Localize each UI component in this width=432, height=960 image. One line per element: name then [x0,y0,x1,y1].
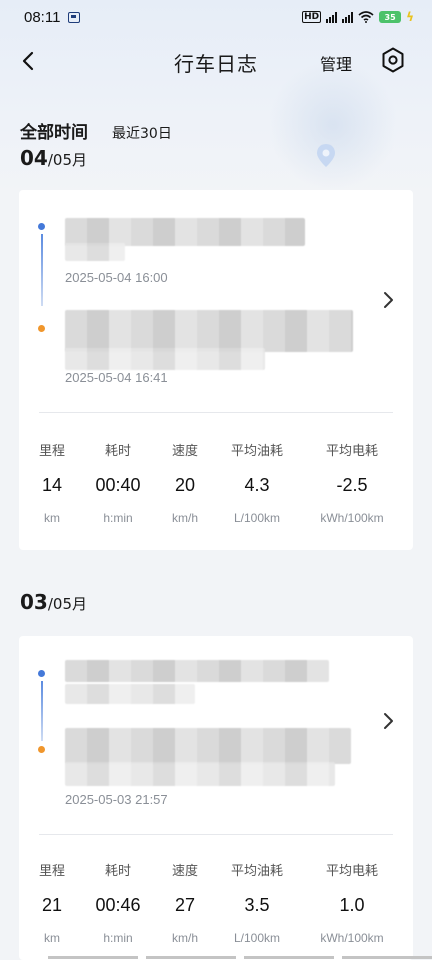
stat-unit: L/100km [233,511,281,525]
date-day: 03 [20,590,48,614]
charging-icon: ϟ [406,10,414,24]
start-address-redacted [65,218,305,246]
stat-value: 27 [174,895,196,915]
scroll-indicator [48,956,432,959]
wifi-icon [358,11,374,23]
stat-value: -2.5 [336,475,368,495]
stat-label: 耗时 [104,864,131,879]
stat-label: 平均油耗 [230,864,283,879]
date-month: /05月 [47,595,87,613]
stat-duration: 耗时 00:40 h:min [83,440,153,525]
stat-label: 平均电耗 [325,864,378,879]
trip-card[interactable]: 2025-05-04 16:00 2025-05-04 16:41 里程 14 … [19,190,413,550]
stat-unit: km [44,511,60,525]
end-time: 2025-05-04 16:41 [65,370,168,385]
stat-fuel: 平均油耗 4.3 L/100km [217,440,297,525]
route-line [41,681,43,741]
chevron-right-icon[interactable] [381,290,395,310]
notification-icon [68,11,81,23]
status-bar: 08:11 HD 35 ϟ [0,0,432,34]
signal-1-icon [326,11,338,23]
card-divider [39,834,393,835]
stat-label: 速度 [171,444,198,459]
trip-card[interactable]: 2025-05-03 21:57 里程 21 km 耗时 00:46 h:min… [19,636,413,960]
start-address-redacted-2 [65,243,125,261]
stat-value: 1.0 [339,895,365,915]
start-time: 2025-05-04 16:00 [65,270,168,285]
end-address-redacted-2 [65,348,265,370]
start-address-redacted [65,660,329,682]
status-time: 08:11 [24,8,61,26]
stat-label: 里程 [38,444,65,459]
stat-unit: km/h [171,931,198,945]
stat-value: 20 [174,475,196,495]
stat-distance: 里程 21 km [27,860,77,945]
stat-distance: 里程 14 km [27,440,77,525]
start-point-icon [38,670,45,677]
battery-icon: 35 [379,11,402,23]
stat-unit: kWh/100km [320,511,384,525]
stat-value: 00:40 [95,475,141,495]
stat-unit: h:min [103,931,133,945]
stat-label: 速度 [171,864,198,879]
stat-value: 14 [41,475,63,495]
card-divider [39,412,393,413]
signal-2-icon [342,11,354,23]
end-address-redacted-2 [65,762,335,786]
stat-electricity: 平均电耗 1.0 kWh/100km [305,860,399,945]
page-title: 行车日志 [174,52,258,76]
stat-duration: 耗时 00:46 h:min [83,860,153,945]
chevron-right-icon[interactable] [381,711,395,731]
stat-unit: km/h [171,511,198,525]
app-header: 行车日志 管理 [0,40,432,82]
stat-label: 耗时 [104,444,131,459]
settings-icon[interactable] [380,46,406,74]
date-month: /05月 [47,151,87,169]
end-point-icon [38,746,45,753]
start-address-redacted-2 [65,684,195,704]
stat-unit: km [44,931,60,945]
stat-speed: 速度 20 km/h [157,440,213,525]
stat-unit: h:min [103,511,133,525]
stat-fuel: 平均油耗 3.5 L/100km [217,860,297,945]
stat-speed: 速度 27 km/h [157,860,213,945]
end-time: 2025-05-03 21:57 [65,792,168,807]
end-point-icon [38,325,45,332]
stat-value: 00:46 [95,895,141,915]
date-header: 04/05月 [20,146,87,170]
date-day: 04 [20,146,48,170]
stat-value: 4.3 [244,475,270,495]
stat-unit: kWh/100km [320,931,384,945]
end-address-redacted [65,728,351,764]
stat-label: 平均电耗 [325,444,378,459]
date-header: 03/05月 [20,590,87,614]
filter-last-30-days[interactable]: 最近30日 [112,123,172,143]
stat-value: 3.5 [244,895,270,915]
location-pin-icon [317,144,335,167]
stat-unit: L/100km [233,931,281,945]
route-line [41,234,43,306]
stat-electricity: 平均电耗 -2.5 kWh/100km [305,440,399,525]
stat-label: 里程 [38,864,65,879]
stat-label: 平均油耗 [230,444,283,459]
hd-icon: HD [302,11,322,23]
end-address-redacted [65,310,353,352]
manage-button[interactable]: 管理 [320,51,352,75]
time-filter: 全部时间 最近30日 [20,118,172,143]
filter-all-time[interactable]: 全部时间 [20,118,88,143]
start-point-icon [38,223,45,230]
stat-value: 21 [41,895,63,915]
